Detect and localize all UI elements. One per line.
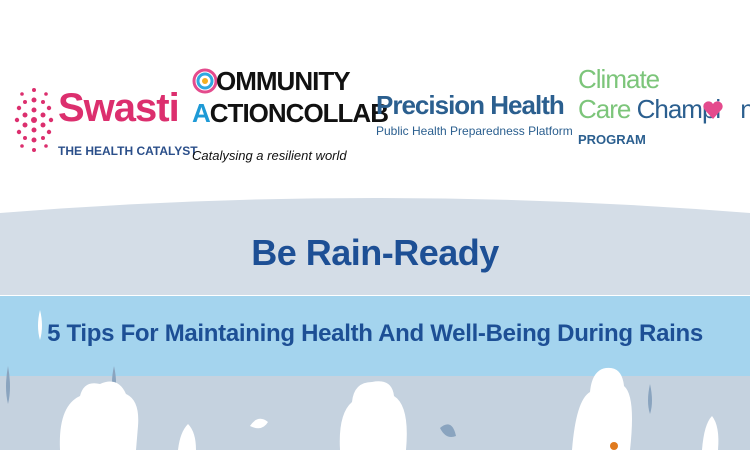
clouds xyxy=(59,367,719,450)
ccc-line-2: Care Champins xyxy=(578,94,750,125)
rain-cloud-scenery xyxy=(6,310,719,450)
ccc-program: PROGRAM xyxy=(578,132,646,147)
ccc-champions-end: ns xyxy=(740,94,750,124)
swasti-name: Swasti xyxy=(58,86,180,130)
swasti-tagline: THE HEALTH CATALYST xyxy=(58,144,198,158)
heart-icon xyxy=(703,101,723,119)
banner-title: Be Rain-Ready xyxy=(251,232,499,273)
precision-health-logo: Precision Health Public Health Preparedn… xyxy=(376,90,573,150)
collab-tagline: Catalysing a resilient world xyxy=(192,148,347,163)
collab-line-2: ACTIONCOLLAB xyxy=(192,98,389,129)
raindrop-icon xyxy=(6,366,10,404)
collab-line-2-rest: CTIONCOLLAB xyxy=(209,98,389,128)
climate-care-champions-logo: Climate Care Champins PROGRAM xyxy=(578,64,750,154)
collab-letter-a: A xyxy=(192,98,211,128)
puddle-icon xyxy=(440,424,456,437)
swasti-burst-icon xyxy=(14,88,54,152)
ccc-line-1: Climate xyxy=(578,64,660,94)
ccc-care: Care xyxy=(578,94,631,124)
raindrops-white xyxy=(38,310,42,340)
raindrop-icon xyxy=(648,384,652,414)
swasti-logo: Swasti THE HEALTH CATALYST xyxy=(14,80,198,165)
collab-line-1: OMMUNITY xyxy=(216,66,351,96)
precision-health-name: Precision Health xyxy=(376,90,565,120)
precision-health-tagline: Public Health Preparedness Platform xyxy=(376,124,573,138)
logo-strip: Swasti THE HEALTH CATALYST OMMUNITY ACTI… xyxy=(0,0,750,200)
umbrella-tip-icon xyxy=(610,442,618,450)
community-action-collab-logo: OMMUNITY ACTIONCOLLAB Catalysing a resil… xyxy=(192,66,389,176)
